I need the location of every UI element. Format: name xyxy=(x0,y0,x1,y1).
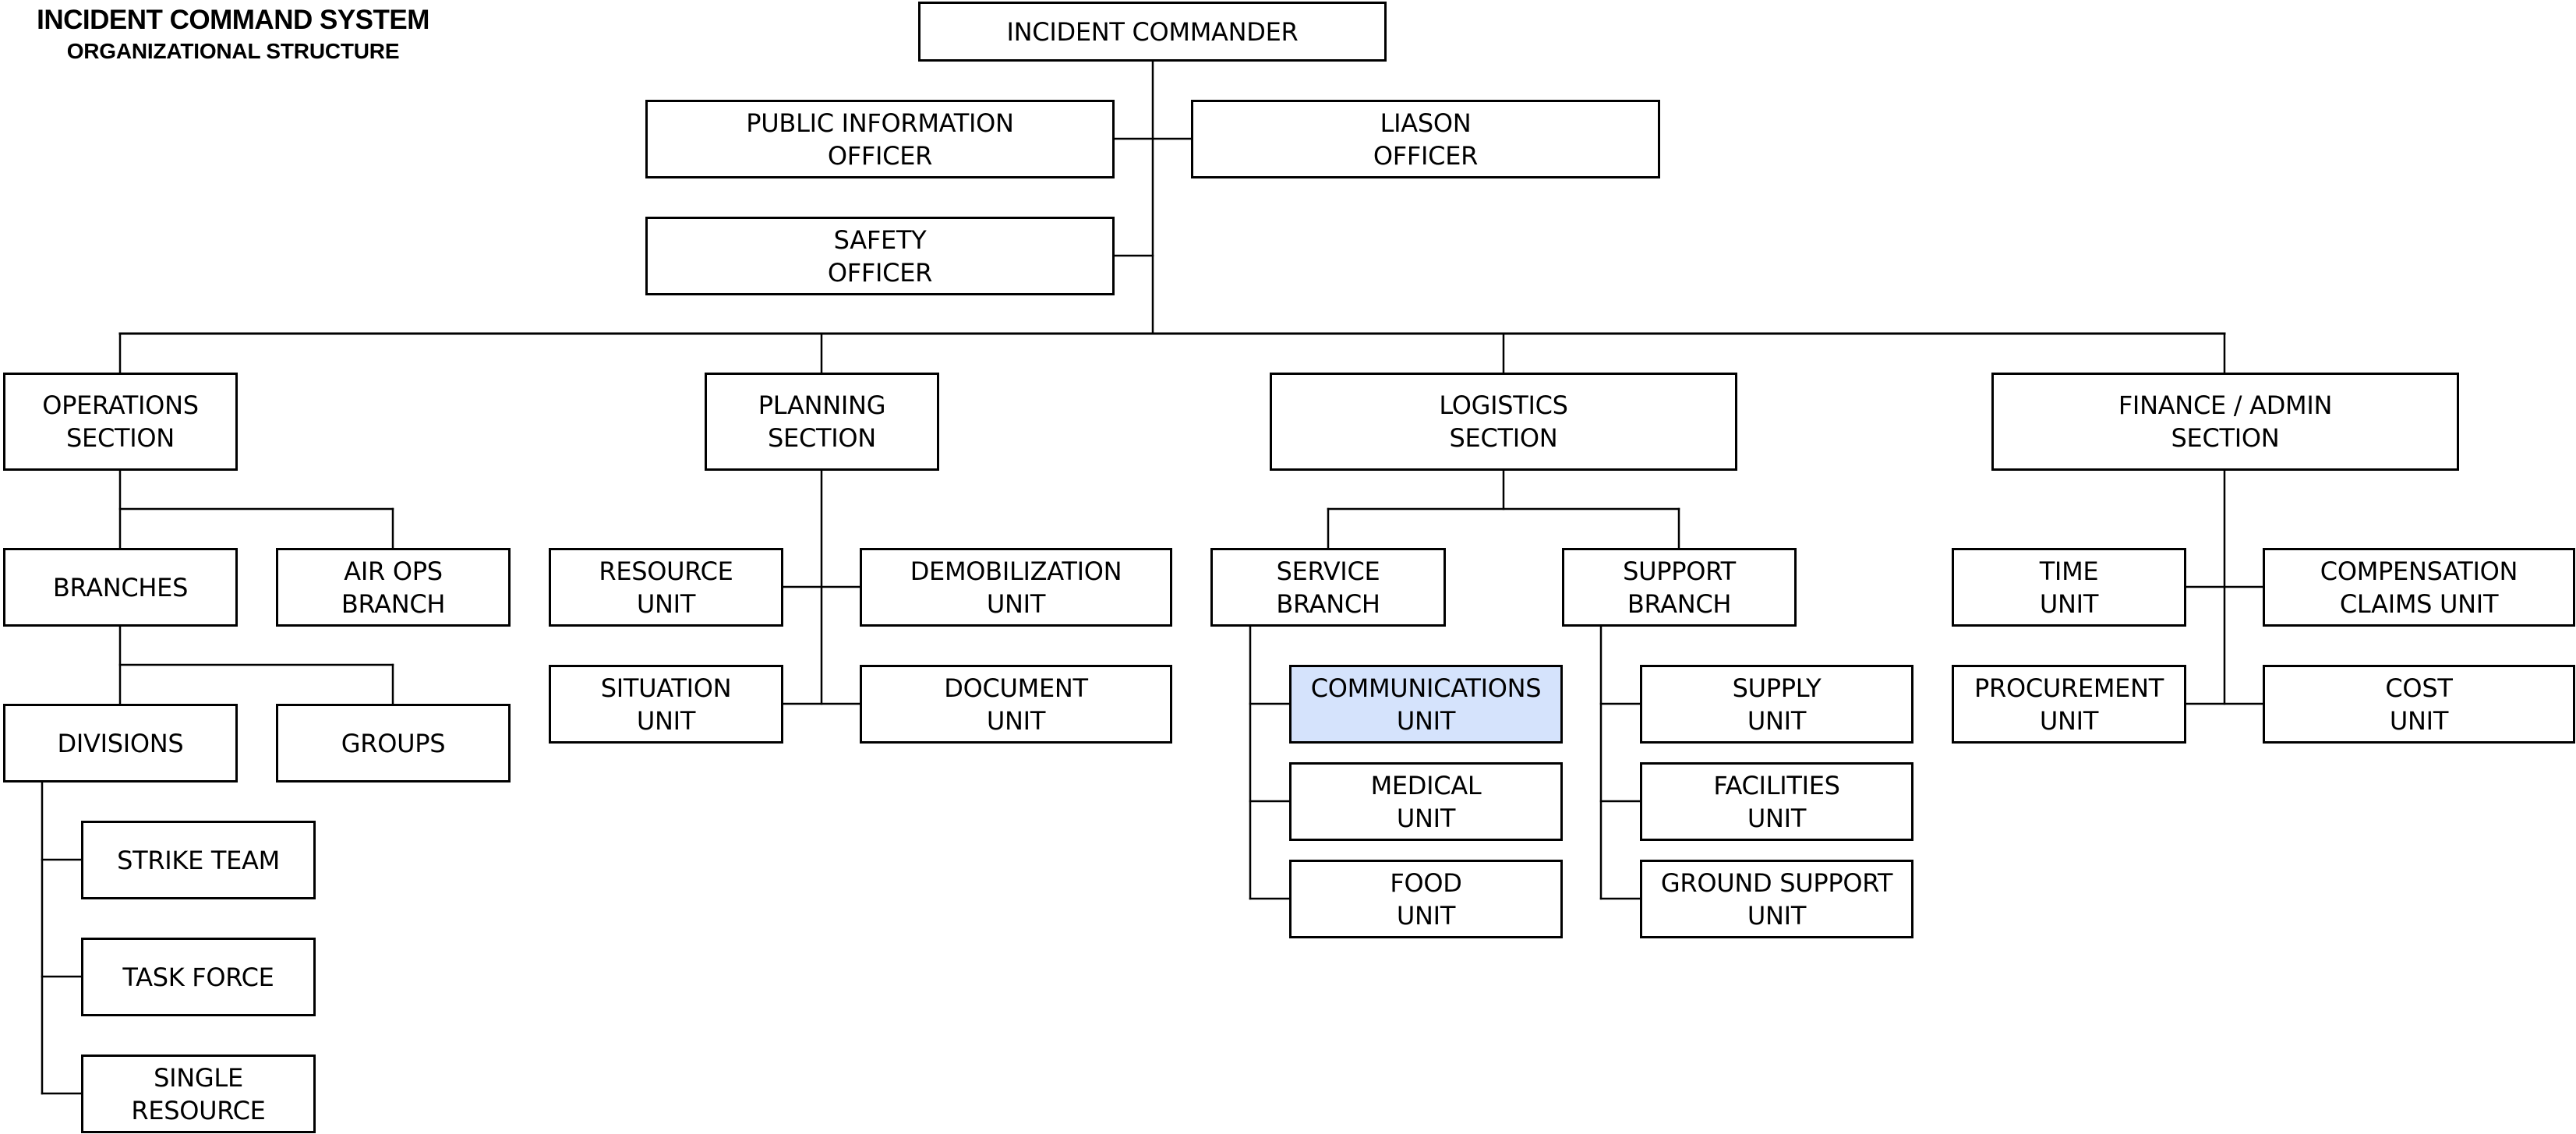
node-task-force[interactable]: TASK FORCE xyxy=(81,938,316,1016)
node-label-line: UNIT xyxy=(1747,900,1807,931)
node-label-line: AIR OPS xyxy=(344,556,443,586)
node-label-line: TIME xyxy=(2039,556,2099,586)
node-label-line: UNIT xyxy=(986,705,1046,736)
node-label-line: BRANCH xyxy=(1276,588,1380,619)
node-label-line: GROUND SUPPORT xyxy=(1660,867,1893,898)
node-label-line: FINANCE / ADMIN xyxy=(2118,390,2333,420)
node-groups[interactable]: GROUPS xyxy=(276,704,511,782)
node-document-unit[interactable]: DOCUMENT UNIT xyxy=(860,665,1172,744)
node-label-line: MEDICAL xyxy=(1370,770,1482,800)
node-label-line: FACILITIES xyxy=(1713,770,1840,800)
node-ground-support-unit[interactable]: GROUND SUPPORT UNIT xyxy=(1640,860,1913,938)
node-label-line: SECTION xyxy=(768,423,876,453)
node-label-line: SERVICE xyxy=(1276,556,1380,586)
node-label-line: UNIT xyxy=(1396,705,1456,736)
node-support-branch[interactable]: SUPPORT BRANCH xyxy=(1562,548,1797,627)
node-supply-unit[interactable]: SUPPLY UNIT xyxy=(1640,665,1913,744)
node-label-line: BRANCH xyxy=(341,588,446,619)
node-time-unit[interactable]: TIME UNIT xyxy=(1952,548,2186,627)
node-label-line: OFFICER xyxy=(1373,140,1479,171)
chart-title-line1: INCIDENT COMMAND SYSTEM xyxy=(37,5,429,35)
node-label-line: SECTION xyxy=(2171,423,2280,453)
node-label-line: DOCUMENT xyxy=(944,673,1088,703)
node-label-line: CLAIMS UNIT xyxy=(2339,588,2499,619)
node-label-line: UNIT xyxy=(2039,588,2099,619)
node-label-line: BRANCHES xyxy=(52,572,189,602)
node-branches[interactable]: BRANCHES xyxy=(3,548,238,627)
node-label-line: SECTION xyxy=(66,423,175,453)
node-label-line: STRIKE TEAM xyxy=(117,845,280,875)
node-label-line: GROUPS xyxy=(341,728,446,758)
node-label-line: SINGLE xyxy=(154,1062,243,1093)
node-finance-admin-section[interactable]: FINANCE / ADMIN SECTION xyxy=(1991,373,2459,471)
node-label-line: COST xyxy=(2385,673,2453,703)
node-air-ops-branch[interactable]: AIR OPS BRANCH xyxy=(276,548,511,627)
node-label-line: OFFICER xyxy=(827,257,933,288)
node-food-unit[interactable]: FOOD UNIT xyxy=(1289,860,1563,938)
node-label-line: BRANCH xyxy=(1627,588,1732,619)
node-label-line: UNIT xyxy=(2039,705,2099,736)
node-label-line: SECTION xyxy=(1449,423,1558,453)
node-label-line: UNIT xyxy=(1747,705,1807,736)
node-label-line: RESOURCE xyxy=(131,1095,266,1125)
node-safety-officer[interactable]: SAFETY OFFICER xyxy=(645,217,1115,295)
node-label-line: PUBLIC INFORMATION xyxy=(746,108,1014,138)
node-label-line: SITUATION xyxy=(600,673,732,703)
node-compensation-claims-unit[interactable]: COMPENSATION CLAIMS UNIT xyxy=(2263,548,2575,627)
node-label-line: UNIT xyxy=(636,588,696,619)
node-label-line: UNIT xyxy=(636,705,696,736)
node-single-resource[interactable]: SINGLE RESOURCE xyxy=(81,1055,316,1133)
node-label-line: DEMOBILIZATION xyxy=(910,556,1122,586)
node-medical-unit[interactable]: MEDICAL UNIT xyxy=(1289,762,1563,841)
node-situation-unit[interactable]: SITUATION UNIT xyxy=(549,665,783,744)
node-label-line: UNIT xyxy=(1396,803,1456,833)
node-label-line: UNIT xyxy=(1747,803,1807,833)
node-cost-unit[interactable]: COST UNIT xyxy=(2263,665,2575,744)
node-procurement-unit[interactable]: PROCUREMENT UNIT xyxy=(1952,665,2186,744)
node-communications-unit[interactable]: COMMUNICATIONS UNIT xyxy=(1289,665,1563,744)
node-incident-commander[interactable]: INCIDENT COMMANDER xyxy=(918,2,1387,62)
node-label-line: DIVISIONS xyxy=(57,728,184,758)
node-label-line: OFFICER xyxy=(827,140,933,171)
node-strike-team[interactable]: STRIKE TEAM xyxy=(81,821,316,899)
node-label-line: UNIT xyxy=(986,588,1046,619)
node-facilities-unit[interactable]: FACILITIES UNIT xyxy=(1640,762,1913,841)
node-resource-unit[interactable]: RESOURCE UNIT xyxy=(549,548,783,627)
org-chart: INCIDENT COMMAND SYSTEM ORGANIZATIONAL S… xyxy=(0,0,2576,1134)
node-label-line: OPERATIONS xyxy=(42,390,199,420)
chart-subtitle: ORGANIZATIONAL STRUCTURE xyxy=(66,39,400,63)
node-divisions[interactable]: DIVISIONS xyxy=(3,704,238,782)
node-service-branch[interactable]: SERVICE BRANCH xyxy=(1210,548,1446,627)
node-label-line: FOOD xyxy=(1390,867,1462,898)
node-label-line: UNIT xyxy=(2389,705,2449,736)
node-planning-section[interactable]: PLANNING SECTION xyxy=(705,373,939,471)
node-label-line: SAFETY xyxy=(833,224,927,255)
node-public-information-officer[interactable]: PUBLIC INFORMATION OFFICER xyxy=(645,100,1115,178)
node-logistics-section[interactable]: LOGISTICS SECTION xyxy=(1270,373,1737,471)
node-label-line: TASK FORCE xyxy=(122,962,274,992)
node-label-line: COMMUNICATIONS xyxy=(1310,673,1542,703)
node-label-line: PLANNING xyxy=(758,390,886,420)
node-label-line: COMPENSATION xyxy=(2320,556,2518,586)
node-liason-officer[interactable]: LIASON OFFICER xyxy=(1191,100,1660,178)
node-label-line: INCIDENT COMMANDER xyxy=(1006,16,1299,47)
chart-title: INCIDENT COMMAND SYSTEM ORGANIZATIONAL S… xyxy=(11,2,455,62)
node-label-line: UNIT xyxy=(1396,900,1456,931)
node-label-line: LOGISTICS xyxy=(1439,390,1568,420)
node-demobilization-unit[interactable]: DEMOBILIZATION UNIT xyxy=(860,548,1172,627)
node-label-line: RESOURCE xyxy=(599,556,733,586)
node-label-line: SUPPORT xyxy=(1623,556,1736,586)
node-label-line: SUPPLY xyxy=(1732,673,1822,703)
node-label-line: LIASON xyxy=(1380,108,1472,138)
node-operations-section[interactable]: OPERATIONS SECTION xyxy=(3,373,238,471)
node-label-line: PROCUREMENT xyxy=(1974,673,2164,703)
